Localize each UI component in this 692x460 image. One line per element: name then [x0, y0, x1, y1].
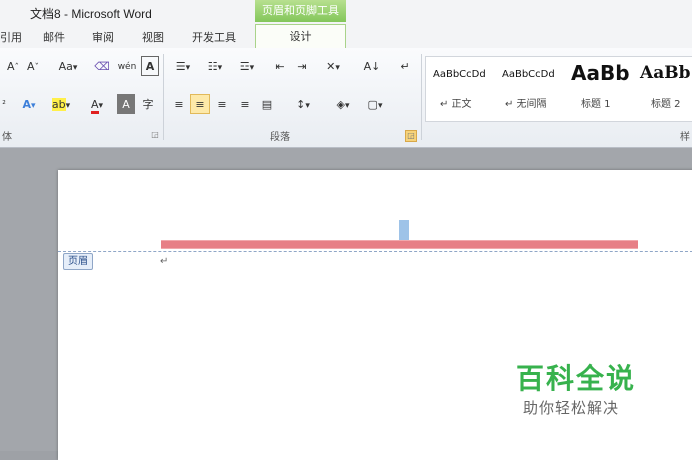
ribbon: Aˆ Aˇ Aa▾ ⌫ wén A ² A▾ ab▾ A▾ A 字 体 ◲ ☰▾… — [0, 48, 692, 148]
tab-view[interactable]: 视图 — [142, 29, 164, 45]
justify-button[interactable]: ≡ — [236, 94, 254, 114]
style-normal[interactable]: AaBbCcDd ↵ 正文 — [426, 57, 496, 119]
tab-developer[interactable]: 开发工具 — [192, 29, 236, 45]
increase-indent-button[interactable]: ⇥ — [292, 56, 312, 76]
watermark-logo-subtitle: 助你轻松解决 — [523, 399, 620, 417]
shading-button[interactable]: ◈▾ — [330, 94, 356, 114]
header-tag: 页眉 — [63, 253, 93, 270]
styles-gallery: AaBbCcDd ↵ 正文 AaBbCcDd ↵ 无间隔 AaBb 标题 1 A… — [425, 56, 692, 122]
line-spacing-button[interactable]: ↕▾ — [290, 94, 316, 114]
paragraph-mark: ↵ — [160, 256, 169, 267]
borders-button[interactable]: ▢▾ — [362, 94, 388, 114]
style-heading-1[interactable]: AaBb 标题 1 — [566, 57, 636, 119]
tab-mailings[interactable]: 邮件 — [43, 29, 65, 45]
font-dialog-launcher[interactable]: ◲ — [150, 130, 160, 140]
sort-button[interactable]: A↓ — [360, 56, 384, 76]
char-border-button[interactable]: A — [141, 56, 159, 76]
group-separator — [421, 54, 422, 140]
char-shading-button[interactable]: A — [117, 94, 135, 114]
paragraph-dialog-launcher[interactable]: ◲ — [405, 130, 417, 142]
tab-design[interactable]: 设计 — [255, 24, 346, 49]
change-case-button[interactable]: Aa▾ — [55, 56, 81, 76]
tab-references[interactable]: 引用 — [0, 29, 22, 45]
align-left-button[interactable]: ≡ — [170, 94, 188, 114]
tab-review[interactable]: 审阅 — [92, 29, 114, 45]
style-heading-2[interactable]: AaBb( 标题 2 — [636, 57, 692, 119]
enclose-chars-button[interactable]: 字 — [138, 94, 158, 114]
numbering-button[interactable]: ☷▾ — [202, 56, 228, 76]
phonetic-guide-button[interactable]: wén — [115, 56, 139, 76]
highlight-button[interactable]: ab▾ — [46, 94, 76, 114]
bullets-button[interactable]: ☰▾ — [170, 56, 196, 76]
group-separator — [163, 54, 164, 140]
paragraph-group-label: 段落 — [270, 132, 290, 143]
clear-format-icon[interactable]: ⌫ — [91, 56, 113, 76]
header-footer-tools-label: 页眉和页脚工具 — [255, 0, 346, 22]
window-title: 文档8 - Microsoft Word — [30, 7, 152, 21]
superscript-button[interactable]: ² — [0, 94, 8, 114]
header-boundary-line — [58, 251, 692, 252]
decrease-indent-button[interactable]: ⇤ — [270, 56, 290, 76]
title-bar: 文档8 - Microsoft Word 页眉和页脚工具 — [0, 0, 692, 24]
styles-group-label: 样 — [680, 132, 690, 143]
align-center-button[interactable]: ≡ — [190, 94, 210, 114]
chinese-layout-button[interactable]: ✕▾ — [320, 56, 346, 76]
watermark-logo-title: 百科全说 — [516, 362, 637, 395]
align-right-button[interactable]: ≡ — [213, 94, 231, 114]
ribbon-tab-bar: 引用 邮件 审阅 视图 开发工具 设计 — [0, 24, 692, 49]
font-group-label: 体 — [2, 132, 12, 143]
grow-font-button[interactable]: Aˆ — [4, 56, 22, 76]
font-color-button[interactable]: A▾ — [82, 94, 112, 114]
header-underline — [161, 240, 638, 249]
multilevel-list-button[interactable]: ☲▾ — [234, 56, 260, 76]
shrink-font-button[interactable]: Aˇ — [24, 56, 42, 76]
distributed-button[interactable]: ▤ — [258, 94, 276, 114]
style-no-spacing[interactable]: AaBbCcDd ↵ 无间隔 — [496, 57, 566, 119]
text-effects-button[interactable]: A▾ — [16, 94, 42, 114]
show-marks-button[interactable]: ↵ — [396, 56, 414, 76]
